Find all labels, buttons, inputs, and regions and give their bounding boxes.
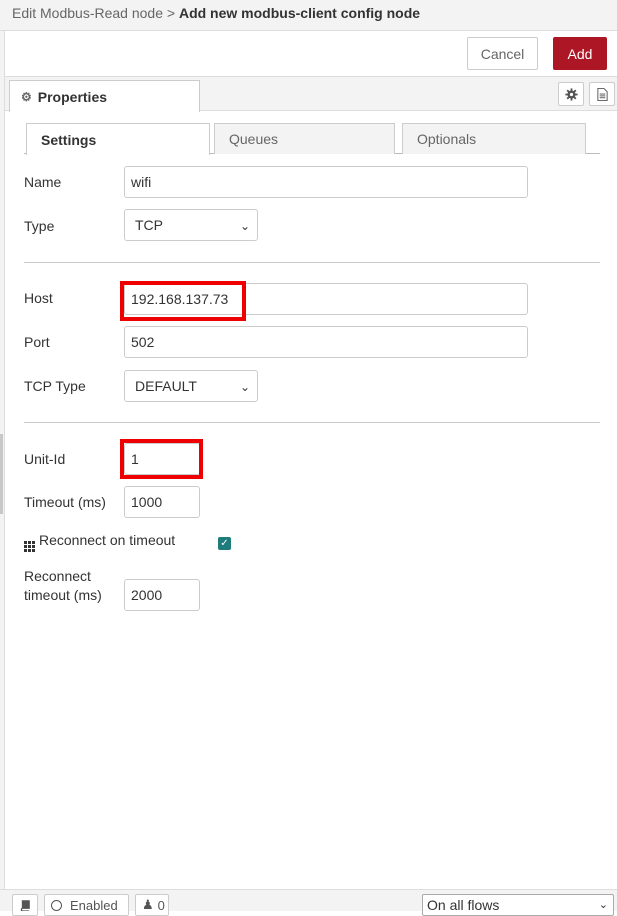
type-select-value: TCP: [135, 217, 163, 233]
tab-queues[interactable]: Queues: [214, 123, 395, 154]
tcp-type-select-value: DEFAULT: [135, 378, 197, 394]
unit-id-input[interactable]: [124, 443, 200, 475]
add-button[interactable]: Add: [553, 37, 607, 70]
resize-handle[interactable]: [0, 434, 3, 514]
section-divider: [24, 422, 600, 423]
chevron-down-icon: ⌄: [598, 899, 608, 911]
chevron-down-icon: ⌄: [239, 380, 250, 394]
enabled-label: Enabled: [70, 897, 118, 913]
book-icon[interactable]: [12, 894, 38, 916]
host-label: Host: [24, 290, 53, 306]
gear-icon: ⚙: [21, 89, 32, 104]
enabled-toggle[interactable]: Enabled: [44, 894, 129, 916]
timeout-label: Timeout (ms): [24, 494, 106, 510]
reconnect-on-timeout-checkbox[interactable]: ✓: [218, 537, 231, 550]
tab-properties-label: Properties: [37, 88, 108, 105]
section-divider: [24, 262, 600, 263]
host-input[interactable]: [124, 283, 528, 315]
users-count: 0: [157, 897, 165, 913]
users-count-button[interactable]: ♟ 0: [135, 894, 169, 916]
list-grid-icon: [24, 541, 35, 552]
name-label: Name: [24, 174, 62, 190]
tray-resize-edge[interactable]: [0, 31, 5, 911]
type-select[interactable]: TCP ⌄: [124, 209, 258, 241]
enabled-radio-icon: [51, 899, 62, 911]
tab-settings[interactable]: Settings: [26, 123, 210, 155]
reconnect-on-timeout-label: Reconnect on timeout: [24, 532, 175, 552]
timeout-input[interactable]: [124, 486, 200, 518]
page-title: Add new modbus-client config node: [178, 5, 421, 21]
scope-select[interactable]: On all flows ⌄: [422, 894, 614, 916]
unit-id-label: Unit-Id: [24, 451, 66, 467]
node-settings-gear-icon[interactable]: [558, 82, 584, 106]
chevron-down-icon: ⌄: [239, 219, 250, 233]
tray-header: Edit Modbus-Read node > Add new modbus-c…: [0, 0, 617, 31]
name-input[interactable]: [124, 166, 528, 198]
tray-title: Edit Modbus-Read node > Add new modbus-c…: [12, 5, 420, 21]
tcp-type-select[interactable]: DEFAULT ⌄: [124, 370, 258, 402]
breadcrumb[interactable]: Edit Modbus-Read node >: [12, 5, 175, 21]
cancel-button[interactable]: Cancel: [467, 37, 538, 70]
tab-optionals[interactable]: Optionals: [402, 123, 586, 154]
reconnect-timeout-input[interactable]: [124, 579, 200, 611]
port-input[interactable]: [124, 326, 528, 358]
port-label: Port: [24, 334, 50, 350]
reconnect-timeout-label: Reconnect timeout (ms): [24, 568, 102, 603]
description-document-icon[interactable]: [589, 82, 615, 106]
tab-properties[interactable]: ⚙ Properties: [9, 80, 200, 112]
tcp-type-label: TCP Type: [24, 378, 86, 394]
type-label: Type: [24, 218, 55, 234]
